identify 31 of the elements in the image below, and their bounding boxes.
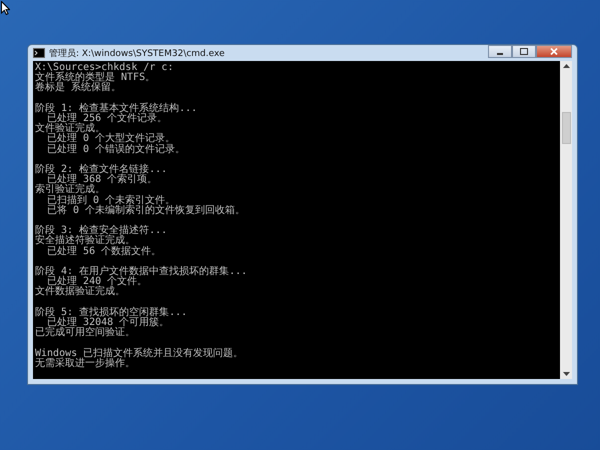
mouse-pointer-icon — [1, 1, 10, 15]
console-line: 文件数据验证完成。 — [35, 287, 125, 298]
minimize-button[interactable] — [488, 45, 512, 58]
console-line: 索引验证完成。 — [35, 185, 105, 196]
console-line: 已将 0 个未编制索引的文件恢复到回收箱。 — [46, 206, 246, 216]
console-line: 阶段 1: 检查基本文件系统结构... — [35, 104, 198, 114]
console-line: X:\Sources>chkdsk /r c: — [35, 63, 174, 73]
console-line: 已处理 0 个大型文件记录。 — [46, 134, 176, 144]
console-line: 已处理 56 个数据文件。 — [46, 246, 162, 257]
console-line: 阶段 5: 查找损坏的空闲群集... — [35, 308, 188, 318]
console-line: 安全描述符验证完成。 — [35, 236, 135, 246]
scroll-down-icon[interactable] — [562, 372, 570, 376]
window-title: 管理员: X:\windows\SYSTEM32\cmd.exe — [49, 48, 225, 60]
console-icon — [33, 48, 45, 58]
console-line: 阶段 2: 检查文件名链接... — [35, 165, 168, 175]
console-line: 卷标是 系统保留。 — [35, 83, 122, 94]
console-line: 阶段 4: 在用户文件数据中查找损坏的群集... — [35, 267, 248, 277]
scroll-up-icon[interactable] — [562, 64, 570, 68]
scrollbar[interactable] — [560, 61, 572, 379]
console-line: Windows 已扫描文件系统并且没有发现问题。 — [35, 348, 244, 359]
console-line: 已处理 32048 个可用簇。 — [47, 318, 170, 328]
scrollbar-thumb[interactable] — [562, 112, 570, 144]
console-line: 已处理 256 个文件记录。 — [47, 114, 168, 124]
maximize-icon — [520, 48, 528, 55]
maximize-button[interactable] — [512, 45, 536, 58]
close-button[interactable] — [536, 45, 572, 58]
console-line: 无需采取进一步操作。 — [35, 358, 135, 369]
console-line: 已处理 0 个错误的文件记录。 — [46, 144, 186, 155]
console-line: 已完成可用空间验证。 — [35, 328, 135, 338]
close-icon — [550, 48, 558, 55]
console-line: 已扫描到 0 个未索引文件。 — [46, 196, 176, 206]
